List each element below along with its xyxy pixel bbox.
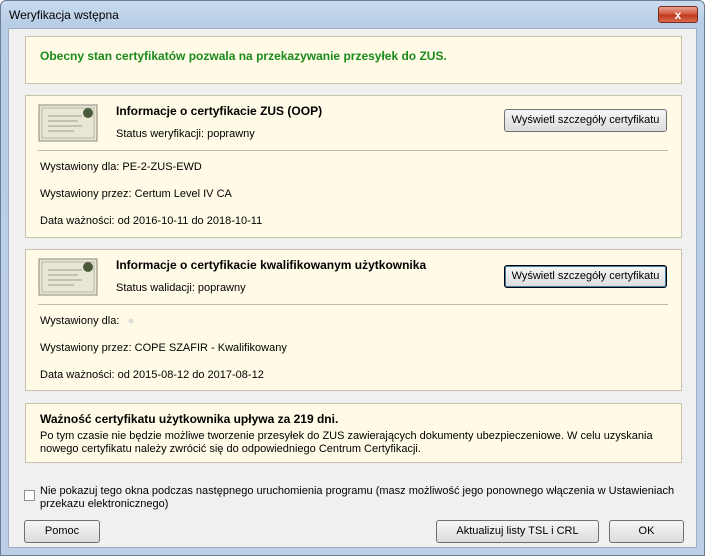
expiry-warning-panel: Ważność certyfikatu użytkownika upływa z… [25, 403, 682, 463]
dialog-content: Obecny stan certyfikatów pozwala na prze… [8, 28, 697, 548]
title-bar: Weryfikacja wstępna x [1, 1, 704, 28]
zus-issued-by: Wystawiony przez: Certum Level IV CA [40, 188, 232, 200]
zus-cert-panel: Informacje o certyfikacie ZUS (OOP) Stat… [25, 95, 682, 238]
divider [38, 304, 668, 305]
zus-cert-details-button[interactable]: Wyświetl szczegóły certyfikatu [504, 109, 667, 132]
zus-cert-heading: Informacje o certyfikacie ZUS (OOP) [116, 104, 323, 118]
status-panel: Obecny stan certyfikatów pozwala na prze… [25, 36, 682, 84]
user-issued-for: Wystawiony dla: [40, 315, 213, 328]
dont-show-checkbox[interactable] [24, 490, 35, 501]
expiry-warning-text: Po tym czasie nie będzie możliwe tworzen… [40, 430, 653, 455]
user-validity: Data ważności: od 2015-08-12 do 2017-08-… [40, 369, 264, 381]
certificate-icon [38, 258, 98, 296]
user-cert-heading: Informacje o certyfikacie kwalifikowanym… [116, 258, 427, 272]
help-button[interactable]: Pomoc [24, 520, 100, 543]
user-cert-panel: Informacje o certyfikacie kwalifikowanym… [25, 249, 682, 391]
user-issued-by: Wystawiony przez: COPE SZAFIR - Kwalifik… [40, 342, 287, 354]
status-message: Obecny stan certyfikatów pozwala na prze… [40, 49, 447, 63]
dont-show-label[interactable]: Nie pokazuj tego okna podczas następnego… [40, 485, 680, 511]
zus-validity: Data ważności: od 2016-10-11 do 2018-10-… [40, 215, 263, 227]
zus-issued-for: Wystawiony dla: PE-2-ZUS-EWD [40, 161, 202, 173]
divider [38, 150, 668, 151]
user-cert-details-button[interactable]: Wyświetl szczegóły certyfikatu [504, 265, 667, 288]
user-issued-for-label: Wystawiony dla: [40, 315, 120, 327]
redacted-name [122, 315, 213, 328]
zus-verification-status: Status weryfikacji: poprawny [116, 128, 255, 140]
dialog-window: Weryfikacja wstępna x Obecny stan certyf… [0, 0, 705, 556]
ok-button[interactable]: OK [609, 520, 684, 543]
update-button-label: Aktualizuj listy TSL i CRL [456, 525, 579, 537]
certificate-icon [38, 104, 98, 142]
user-validation-status: Status walidacji: poprawny [116, 282, 246, 294]
ok-button-label: OK [638, 525, 655, 537]
update-tsl-crl-button[interactable]: Aktualizuj listy TSL i CRL [436, 520, 599, 543]
close-button[interactable]: x [658, 6, 698, 23]
window-title: Weryfikacja wstępna [9, 8, 119, 22]
expiry-warning-title: Ważność certyfikatu użytkownika upływa z… [40, 412, 339, 426]
help-button-label: Pomoc [44, 525, 80, 537]
close-icon: x [674, 8, 682, 22]
